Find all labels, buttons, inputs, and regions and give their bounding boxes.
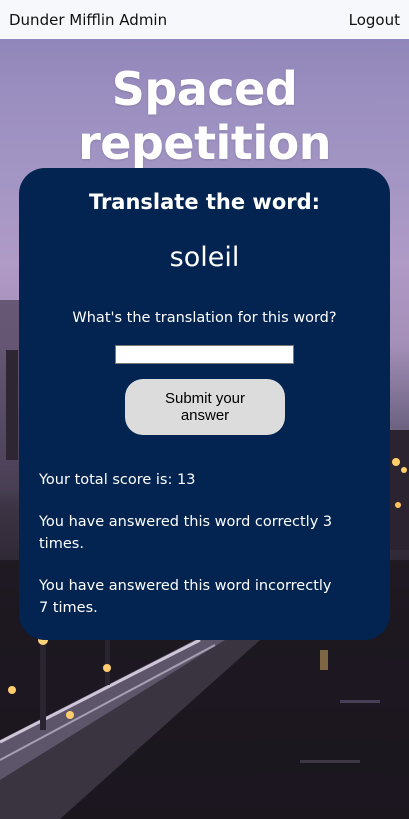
incorrect-count-text: You have answered this word incorrectly … [39, 578, 332, 616]
page-title: Spaced repetition [78, 62, 331, 170]
word-to-translate: soleil [169, 242, 240, 273]
top-navigation-bar: Dunder Mifflin Admin Logout [0, 0, 409, 39]
translation-card: Translate the word: soleil What's the tr… [19, 168, 390, 640]
card-heading: Translate the word: [88, 190, 321, 214]
translation-prompt: What's the translation for this word? [72, 310, 337, 326]
logout-link[interactable]: Logout [349, 11, 400, 29]
correct-count-text: You have answered this word correctly 3 … [39, 514, 333, 552]
brand-link[interactable]: Dunder Mifflin Admin [9, 11, 167, 29]
answer-input[interactable] [115, 345, 294, 364]
submit-answer-button[interactable]: Submit your answer [125, 379, 285, 435]
total-score-text: Your total score is: 13 [39, 472, 196, 488]
